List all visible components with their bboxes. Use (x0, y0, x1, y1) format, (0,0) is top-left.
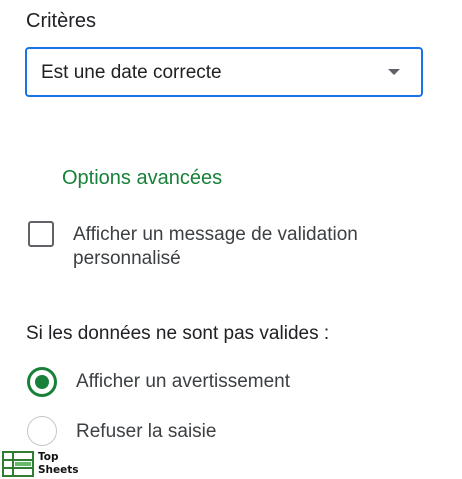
radio-reject-input-label[interactable]: Refuser la saisie (76, 420, 216, 444)
radio-reject-input[interactable] (27, 416, 57, 446)
criteria-select[interactable]: Est une date correcte (25, 47, 423, 97)
custom-message-label-line1: Afficher un message de validation (73, 224, 358, 245)
custom-message-checkbox[interactable] (28, 221, 54, 247)
criteria-label: Critères (26, 10, 97, 32)
sheets-logo-icon (2, 451, 34, 477)
advanced-options-link[interactable]: Options avancées (62, 165, 222, 191)
chevron-down-icon (388, 69, 400, 75)
invalid-data-label: Si les données ne sont pas valides : (26, 323, 330, 344)
radio-selected-dot (35, 375, 49, 389)
radio-show-warning-label[interactable]: Afficher un avertissement (76, 370, 290, 394)
custom-message-label-line2: personnalisé (73, 248, 181, 269)
watermark-text: Top Sheets (38, 451, 79, 477)
watermark-line1: Top (38, 451, 59, 463)
radio-show-warning[interactable] (27, 367, 57, 397)
criteria-select-value: Est une date correcte (41, 62, 222, 83)
watermark-line2: Sheets (38, 464, 79, 476)
custom-message-checkbox-label[interactable]: Afficher un message de validation person… (73, 223, 413, 271)
